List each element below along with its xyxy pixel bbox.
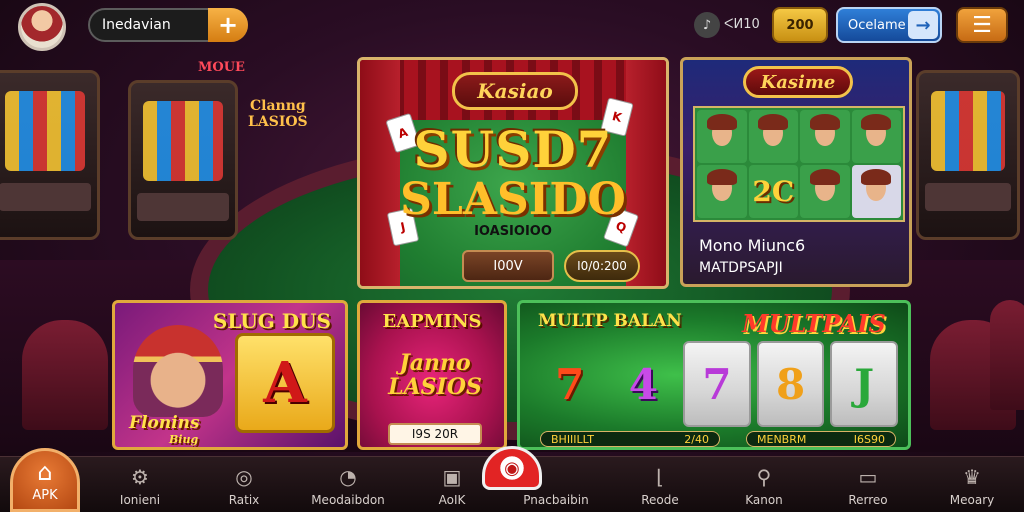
slug-subtitle: Flonins Biug (129, 413, 200, 446)
home-icon: ⌂ (37, 457, 53, 486)
character-portrait (800, 110, 850, 163)
nav-item-1[interactable]: ⚙ Ionieni (88, 457, 192, 512)
login-label: Ocelame (848, 17, 906, 33)
featured-title-line2: SLASIDO (400, 174, 626, 225)
stool-far-right (990, 300, 1024, 410)
character-portrait (800, 165, 850, 218)
avatar[interactable] (18, 3, 66, 51)
dice-icon (851, 165, 901, 218)
nav-item-6[interactable]: ⌊ Reode (608, 457, 712, 512)
number-tile: 2C (748, 165, 798, 218)
multi-stat-bar: BHIIILLT 2/40 (540, 431, 720, 447)
search-icon: ⚲ (756, 465, 772, 489)
featured-badge: Kasiao (452, 72, 578, 110)
bet-amount-button[interactable]: I0/0:200 (564, 250, 640, 282)
featured-subtitle: IOASIOIOO (474, 224, 552, 239)
slot-reel: 8 (756, 341, 825, 427)
characters-badge: Kasime (743, 66, 853, 98)
neon-sign-casino: Clanng LASIOS (248, 98, 308, 130)
characters-line1: Mono Miunc6 (699, 236, 806, 255)
nav-home-label: APK (32, 487, 58, 503)
characters-line2: MATDPSAPJI (699, 260, 783, 276)
nav-item-9[interactable]: ♛ Meoary (920, 457, 1024, 512)
slug-title: SLUG DUS (212, 309, 331, 333)
coin-balance[interactable]: 200 (772, 7, 828, 43)
arcade-machine-right (916, 70, 1020, 240)
slot-reel: 7 (555, 359, 585, 409)
character-portrait (133, 325, 223, 417)
top-bar: Inedavian + ♪ ᐸИ10 200 Ocelame → ☰ (0, 0, 1024, 52)
letter-tile: A (235, 333, 335, 433)
add-funds-button[interactable]: + (208, 8, 248, 42)
eap-button[interactable]: I9S 20R (388, 423, 482, 445)
username: Inedavian (102, 17, 171, 33)
character-portrait (697, 165, 747, 218)
nav-item-8[interactable]: ▭ Rerreo (816, 457, 920, 512)
featured-title-line1: SUSD7 (413, 120, 613, 179)
slot-reels: 7 4 7 8 J (536, 341, 898, 427)
sound-icon[interactable]: ♪ (694, 12, 720, 38)
sound-label: ᐸИ10 (724, 17, 760, 32)
featured-game-card[interactable]: A K Q J Kasiao SUSD7 SLASIDO IOASIOIOO I… (357, 57, 669, 289)
play-button[interactable]: I00V (462, 250, 554, 282)
neon-sign-mode: MOUE (198, 60, 245, 75)
slot-reel: J (830, 341, 898, 427)
eapmins-game-card[interactable]: EAPMINS Janno LASIOS I9S 20R (357, 300, 507, 450)
nav-home-button[interactable]: ⌂ APK (10, 448, 80, 512)
arcade-machine-center-left (128, 80, 238, 240)
arcade-machine-left (0, 70, 100, 240)
nav-item-2[interactable]: ◎ Ratix (192, 457, 296, 512)
stool-left (22, 320, 108, 430)
nav-item-7[interactable]: ⚲ Kanon (712, 457, 816, 512)
character-portrait (697, 110, 747, 163)
nav-item-3[interactable]: ◔ Meodaibdon (296, 457, 400, 512)
gear-icon: ⚙ (131, 465, 149, 489)
chip-icon: ◉ (504, 457, 520, 479)
character-portrait (851, 110, 901, 163)
arrow-right-icon: → (908, 11, 938, 39)
eap-logo: Janno LASIOS (388, 350, 482, 400)
hamburger-menu-icon[interactable]: ☰ (956, 7, 1008, 43)
trophy-icon: ♛ (963, 465, 981, 489)
character-portrait (748, 110, 798, 163)
slug-game-card[interactable]: SLUG DUS A Flonins Biug (112, 300, 348, 450)
nav-center-chip-button[interactable]: ◉ (482, 446, 542, 490)
eap-title: EAPMINS (382, 311, 482, 332)
slot-reel: 7 (683, 341, 751, 427)
multi-title-left: MULTP BALAN (538, 311, 682, 331)
character-grid: 2C (693, 106, 905, 222)
slot-reel: 4 (628, 359, 658, 409)
login-button[interactable]: Ocelame → (836, 7, 942, 43)
multi-title-right: MULTPAIS (742, 309, 886, 338)
card-icon: ▭ (858, 465, 878, 489)
multi-slot-card[interactable]: MULTP BALAN MULTPAIS 7 4 7 8 J BHIIILLT 2… (517, 300, 911, 450)
characters-game-card[interactable]: Kasime 2C Mono Miunc6 MATDPSAPJI (680, 57, 912, 287)
lock-icon: ▣ (442, 465, 462, 489)
gauge-icon: ◔ (339, 465, 357, 489)
boot-icon: ⌊ (656, 465, 664, 489)
medal-icon: ◎ (235, 465, 253, 489)
multi-stat-bar: MENBRM I6S90 (746, 431, 896, 447)
